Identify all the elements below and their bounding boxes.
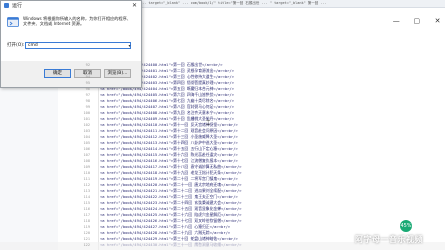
close-icon[interactable]: ✕ (130, 2, 139, 10)
minimize-icon[interactable]: — (393, 18, 400, 25)
run-dialog-description: Windows 将根据你所输入的名称，为你打开相应的程序、文件夹、文档或 Int… (23, 16, 131, 27)
browse-button[interactable]: 浏览(B)... (104, 69, 131, 78)
video-watermark: 阿字母一音乐视频 (355, 235, 423, 244)
maximize-icon[interactable]: ▢ (413, 18, 421, 25)
window-controls: — ▢ ✕ (389, 8, 441, 27)
line-number: 122 (83, 243, 91, 247)
run-dialog-titlebar[interactable]: 运行 ✕ (1, 1, 141, 11)
editor-top-text: ... target="_blank" ... com/book/1/" tit… (140, 1, 327, 5)
open-input[interactable]: cmd (25, 42, 131, 49)
file-explorer-panel[interactable] (0, 60, 59, 250)
close-icon[interactable]: ✕ (434, 18, 441, 25)
run-dialog-title: 运行 (12, 3, 23, 9)
mouse-cursor-icon: ⌶ (206, 119, 211, 127)
run-app-icon (7, 17, 19, 27)
run-title-icon (4, 3, 9, 8)
chevron-down-icon[interactable]: ▾ (127, 42, 132, 49)
open-label: 打开(O): (7, 43, 25, 48)
progress-badge: 45% (400, 220, 412, 232)
